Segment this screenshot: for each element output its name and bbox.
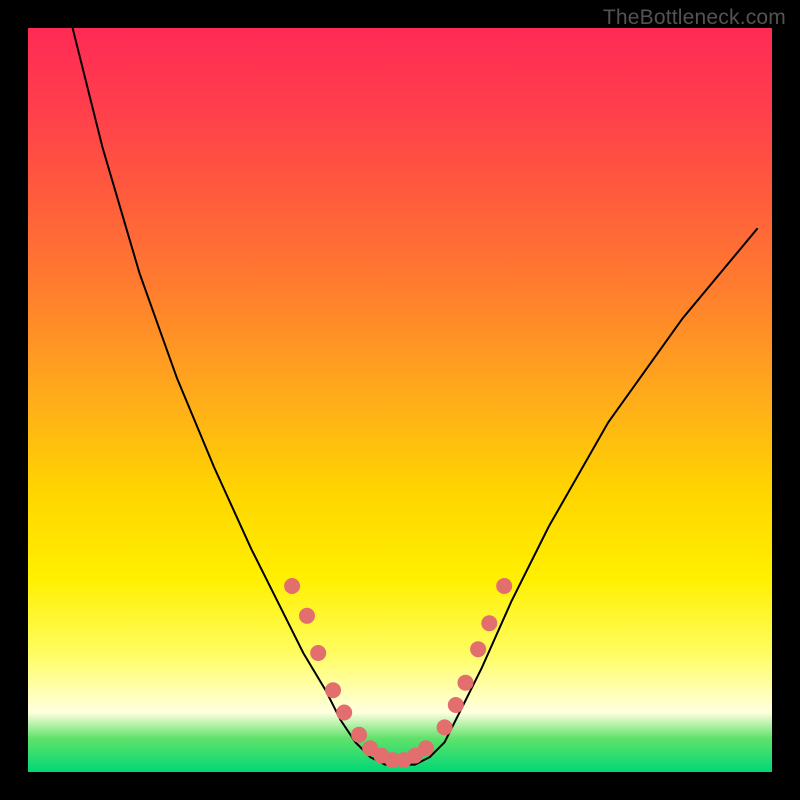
marker-dot	[325, 682, 341, 698]
marker-dot	[336, 705, 352, 721]
marker-dot	[496, 578, 512, 594]
marker-dot	[351, 727, 367, 743]
plot-area	[28, 28, 772, 772]
marker-dot	[284, 578, 300, 594]
marker-dots	[28, 28, 772, 772]
marker-dot	[310, 645, 326, 661]
marker-dot	[481, 615, 497, 631]
marker-dot	[448, 697, 464, 713]
marker-dot	[299, 608, 315, 624]
marker-dot	[418, 740, 434, 756]
marker-dot	[437, 719, 453, 735]
marker-dot	[470, 641, 486, 657]
marker-dot	[458, 675, 474, 691]
watermark-text: TheBottleneck.com	[603, 6, 786, 30]
chart-frame: TheBottleneck.com	[0, 0, 800, 800]
